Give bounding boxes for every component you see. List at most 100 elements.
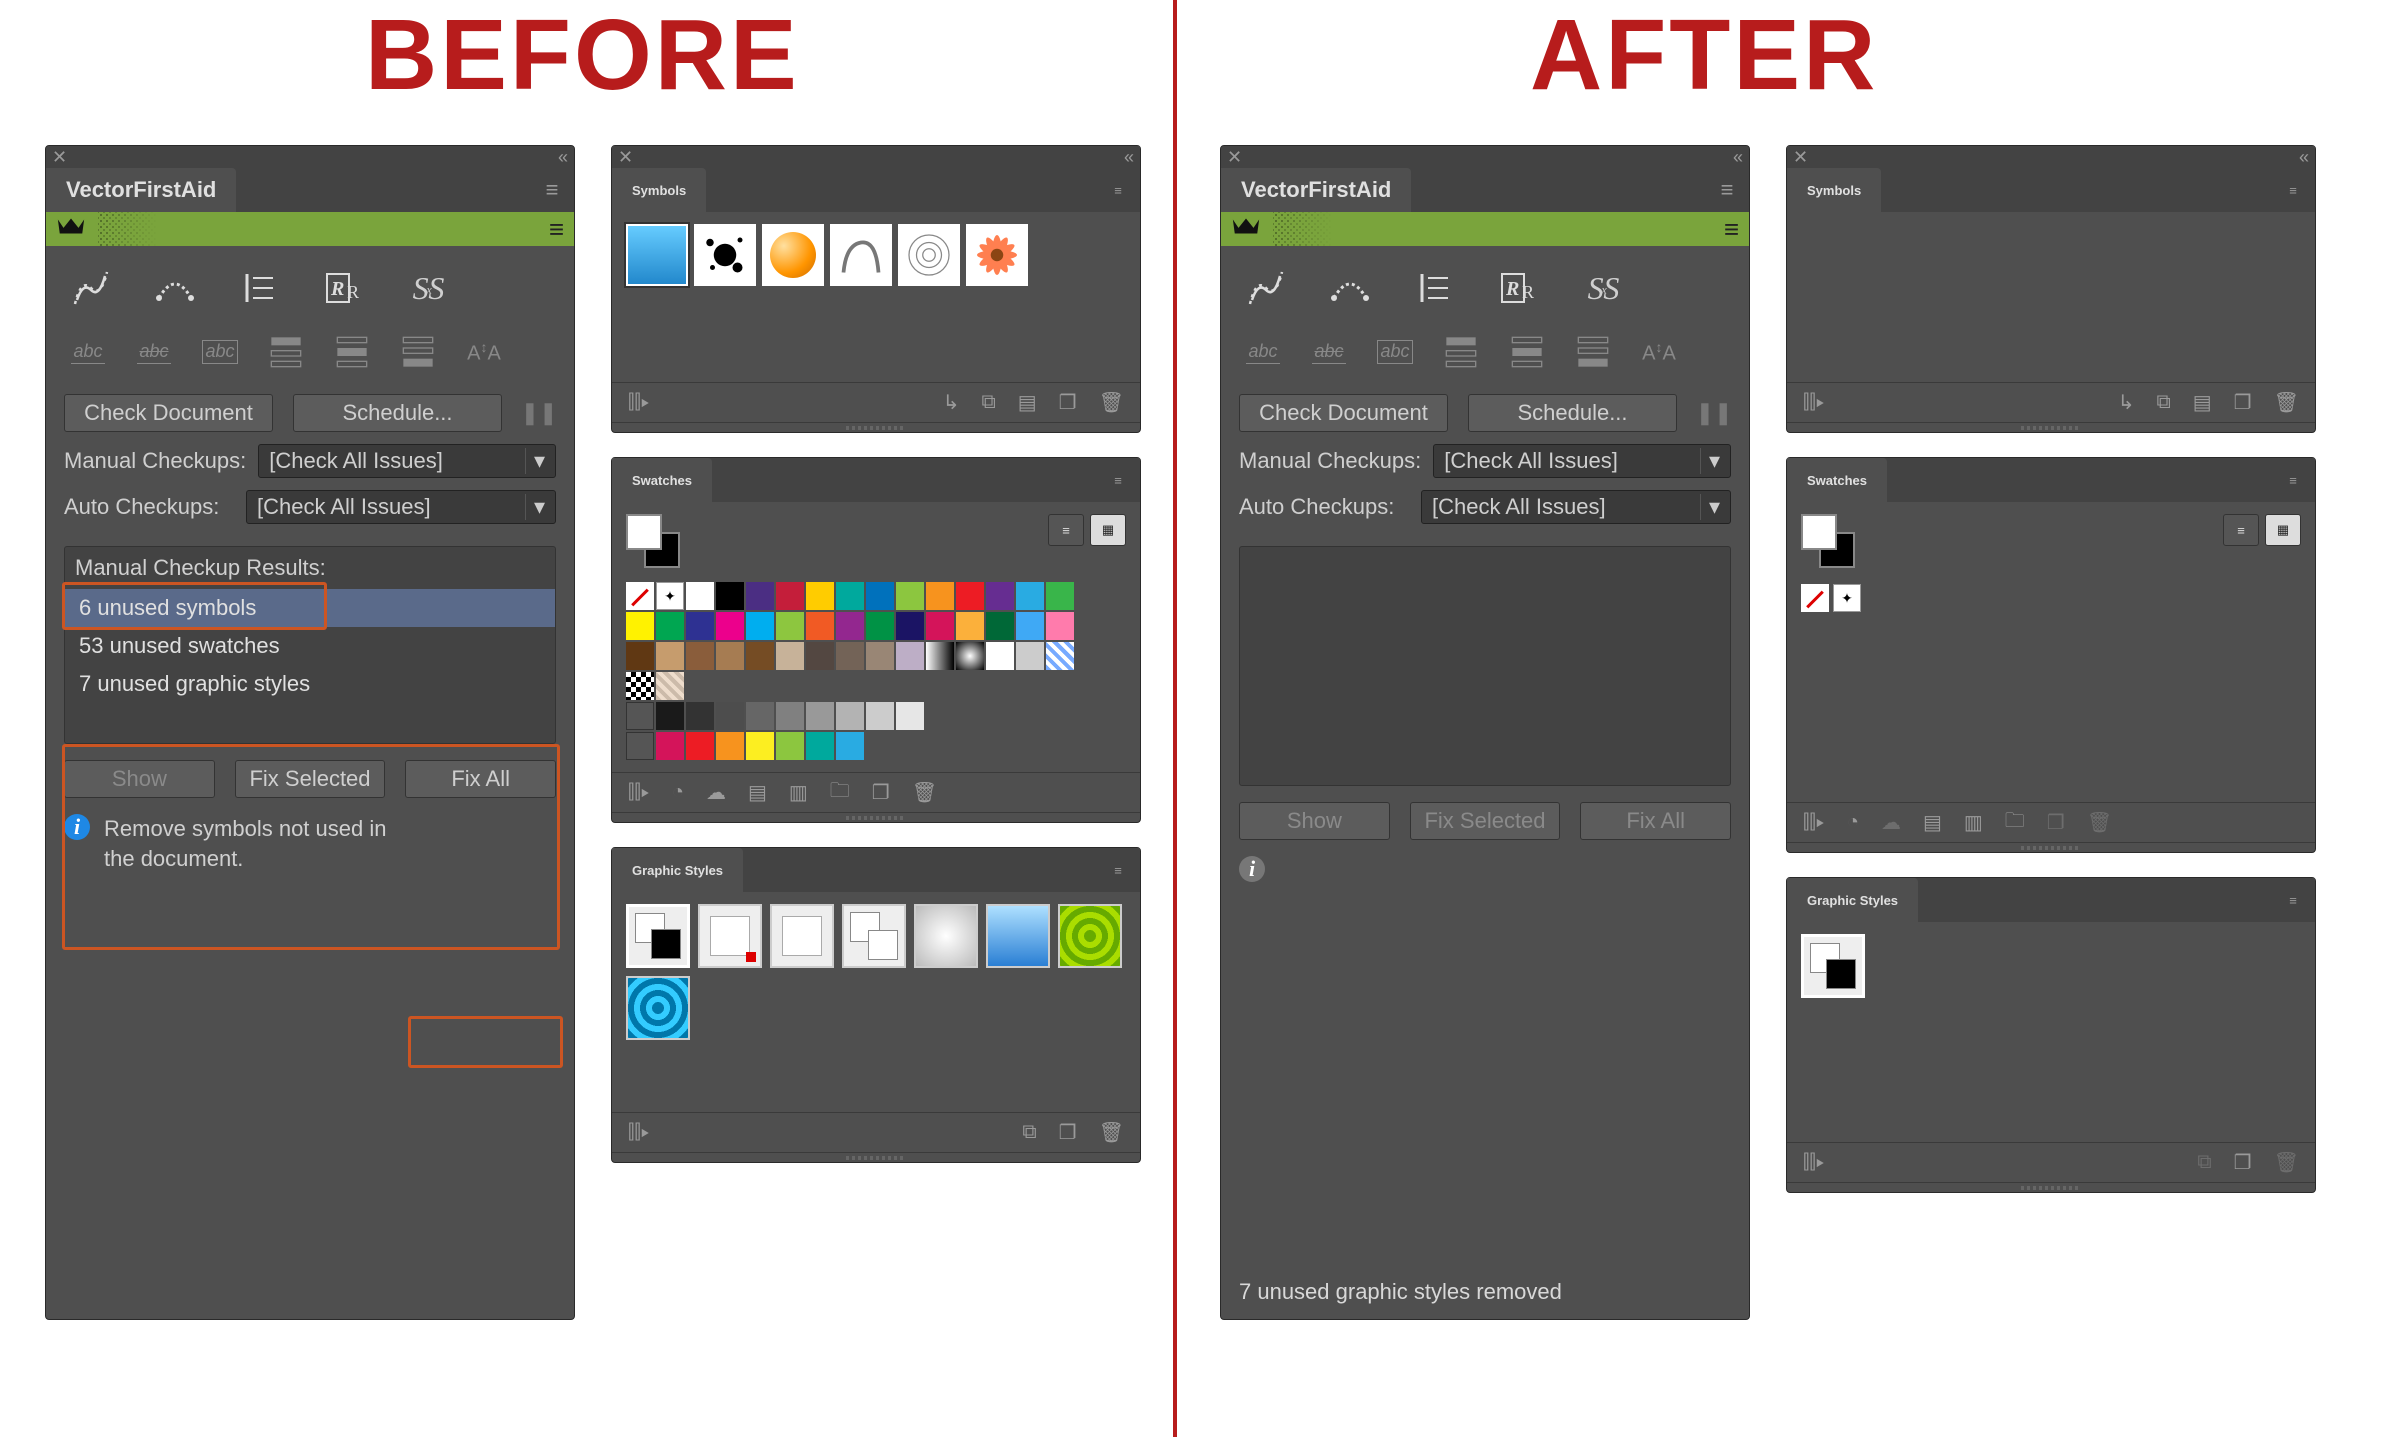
swatch[interactable]: [806, 642, 834, 670]
swatches-grid[interactable]: [1801, 584, 2301, 612]
swatch[interactable]: [956, 582, 984, 610]
swatch[interactable]: [866, 582, 894, 610]
swatch[interactable]: [896, 702, 924, 730]
auto-checkups-dropdown[interactable]: [Check All Issues] ▾: [246, 490, 556, 524]
new-style-icon[interactable]: ❐: [1059, 1120, 1077, 1145]
swatch[interactable]: [776, 642, 804, 670]
rr-icon[interactable]: RR: [316, 264, 370, 312]
delete-icon[interactable]: 🗑: [2274, 390, 2299, 415]
library-icon[interactable]: ⫿⫿▸: [628, 1121, 650, 1144]
symbol-thumb-gradient-bar[interactable]: [626, 224, 688, 286]
cloud-icon[interactable]: ☁: [1881, 810, 1901, 835]
plugin-menu-icon[interactable]: ≡: [1724, 216, 1739, 242]
show-button[interactable]: Show: [1239, 802, 1390, 840]
options-icon[interactable]: ▤: [748, 780, 767, 805]
gs-default-style[interactable]: [626, 904, 690, 968]
symbol-thumb-ink-splat[interactable]: [694, 224, 756, 286]
tab-graphic-styles[interactable]: Graphic Styles: [1787, 878, 1918, 922]
swatch[interactable]: [986, 612, 1014, 640]
swatch[interactable]: [656, 642, 684, 670]
check-document-button[interactable]: Check Document: [64, 394, 273, 432]
check-document-button[interactable]: Check Document: [1239, 394, 1448, 432]
library-icon[interactable]: ⫿⫿▸: [1803, 1151, 1825, 1174]
tab-graphic-styles[interactable]: Graphic Styles: [612, 848, 743, 892]
tab-vectorfirstaid[interactable]: VectorFirstAid: [46, 168, 236, 212]
panel-menu-icon[interactable]: ≡: [2271, 458, 2315, 502]
align-lines-icon[interactable]: [1407, 264, 1461, 312]
swatch[interactable]: [1046, 612, 1074, 640]
swatch[interactable]: [626, 582, 654, 610]
gs-boxed-style[interactable]: [698, 904, 762, 968]
swatch[interactable]: [716, 702, 744, 730]
duplicate-icon[interactable]: ❐: [2234, 390, 2252, 415]
delete-icon[interactable]: 🗑: [912, 780, 937, 805]
ss-icon[interactable]: SˣS: [400, 264, 454, 312]
fix-all-button[interactable]: Fix All: [1580, 802, 1731, 840]
delete-icon[interactable]: 🗑: [2274, 1150, 2299, 1175]
schedule-button[interactable]: Schedule...: [1468, 394, 1677, 432]
stack-mid-icon[interactable]: [1503, 328, 1551, 376]
swatch[interactable]: [896, 582, 924, 610]
swatch[interactable]: [926, 612, 954, 640]
stack-bot-icon[interactable]: [394, 328, 442, 376]
duplicate-icon[interactable]: ❐: [1059, 390, 1077, 415]
auto-checkups-dropdown[interactable]: [Check All Issues] ▾: [1421, 490, 1731, 524]
manual-checkups-dropdown[interactable]: [Check All Issues] ▾: [258, 444, 556, 478]
swatch[interactable]: [686, 642, 714, 670]
abc-icon[interactable]: abc: [64, 328, 112, 376]
stack-top-icon[interactable]: [262, 328, 310, 376]
stack-top-icon[interactable]: [1437, 328, 1485, 376]
swatch[interactable]: [926, 582, 954, 610]
panel-menu-icon[interactable]: ≡: [2271, 168, 2315, 212]
close-icon[interactable]: ✕: [52, 147, 67, 168]
resize-grip[interactable]: [1787, 842, 2315, 852]
symbol-thumb-ribbon[interactable]: [830, 224, 892, 286]
swatch[interactable]: [776, 702, 804, 730]
swatch[interactable]: [866, 702, 894, 730]
delete-icon[interactable]: 🗑: [2087, 810, 2112, 835]
swatch[interactable]: [836, 582, 864, 610]
panel-menu-icon[interactable]: ≡: [1096, 168, 1140, 212]
panel-menu-icon[interactable]: ≡: [1096, 458, 1140, 502]
fix-all-button[interactable]: Fix All: [405, 760, 556, 798]
panel-menu-icon[interactable]: ≡: [530, 168, 574, 212]
swatch[interactable]: [716, 642, 744, 670]
swatch[interactable]: [986, 582, 1014, 610]
swatch[interactable]: [836, 702, 864, 730]
swatch-kind-icon[interactable]: ◔: [1847, 811, 1859, 834]
results-item[interactable]: 6 unused symbols: [65, 589, 555, 627]
break-link-icon[interactable]: ⧉: [981, 391, 995, 414]
swatch[interactable]: [656, 732, 684, 760]
swatch[interactable]: [686, 582, 714, 610]
symbol-thumb-spiro[interactable]: [898, 224, 960, 286]
plugin-menu-icon[interactable]: ≡: [549, 216, 564, 242]
swatch[interactable]: [656, 612, 684, 640]
swatch-pattern[interactable]: [626, 672, 654, 700]
swatch[interactable]: [626, 642, 654, 670]
tangent-icon[interactable]: [148, 264, 202, 312]
tab-symbols[interactable]: Symbols: [612, 168, 706, 212]
library-icon[interactable]: ⫿⫿▸: [628, 391, 650, 414]
results-item[interactable]: 53 unused swatches: [65, 627, 555, 665]
swatch[interactable]: [776, 582, 804, 610]
library-icon[interactable]: ⫿⫿▸: [1803, 391, 1825, 414]
swatch[interactable]: [776, 732, 804, 760]
swatch[interactable]: [1046, 642, 1074, 670]
aa-icon[interactable]: A↕A: [1635, 328, 1683, 376]
path-cleanup-icon[interactable]: [64, 264, 118, 312]
collapse-icon[interactable]: «: [1733, 147, 1743, 168]
swatch[interactable]: [746, 732, 774, 760]
close-icon[interactable]: ✕: [1793, 147, 1808, 168]
align-lines-icon[interactable]: [232, 264, 286, 312]
gs-blue-swirl-style[interactable]: [626, 976, 690, 1040]
tab-swatches[interactable]: Swatches: [612, 458, 712, 502]
swatch[interactable]: [626, 612, 654, 640]
close-icon[interactable]: ✕: [1227, 147, 1242, 168]
collapse-icon[interactable]: «: [1124, 147, 1134, 168]
ss-icon[interactable]: SˣS: [1575, 264, 1629, 312]
delete-icon[interactable]: 🗑: [1099, 390, 1124, 415]
swatch[interactable]: [806, 702, 834, 730]
swatch[interactable]: [716, 612, 744, 640]
swatch[interactable]: [896, 612, 924, 640]
swatch[interactable]: [956, 612, 984, 640]
